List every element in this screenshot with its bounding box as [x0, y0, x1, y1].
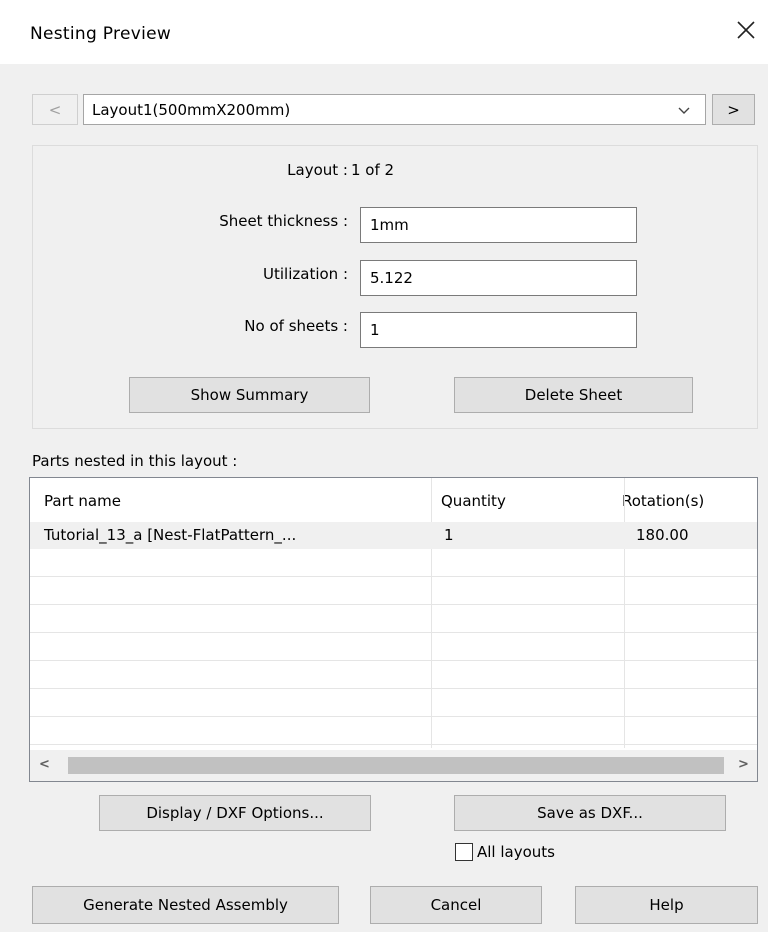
row-divider [30, 744, 757, 745]
close-button[interactable] [733, 17, 759, 43]
column-divider [624, 478, 625, 748]
next-layout-button[interactable]: > [712, 94, 755, 125]
quantity-cell: 1 [444, 526, 454, 544]
help-button[interactable]: Help [575, 886, 758, 924]
sheet-thickness-label: Sheet thickness : [219, 212, 348, 230]
row-divider [30, 716, 757, 717]
layout-label: Layout : [287, 161, 348, 179]
parts-list[interactable]: Part name Quantity Rotation(s) Tutorial_… [29, 477, 758, 782]
show-summary-button[interactable]: Show Summary [129, 377, 370, 413]
delete-sheet-button[interactable]: Delete Sheet [454, 377, 693, 413]
column-header-quantity[interactable]: Quantity [441, 492, 506, 510]
window-title: Nesting Preview [30, 24, 172, 44]
sheet-thickness-field[interactable]: 1mm [360, 207, 637, 243]
previous-layout-button[interactable]: < [32, 94, 78, 125]
layout-select[interactable]: Layout1(500mmX200mm) [83, 94, 706, 125]
column-header-part-name[interactable]: Part name [44, 492, 121, 510]
column-header-rotation[interactable]: Rotation(s) [622, 492, 704, 510]
row-divider [30, 604, 757, 605]
generate-nested-assembly-button[interactable]: Generate Nested Assembly [32, 886, 339, 924]
layout-value: 1 of 2 [351, 161, 395, 179]
scroll-left-button[interactable]: < [39, 757, 50, 772]
row-divider [30, 660, 757, 661]
table-row[interactable]: Tutorial_13_a [Nest-FlatPattern_... 1 18… [30, 522, 757, 549]
utilization-field[interactable]: 5.122 [360, 260, 637, 296]
parts-list-caption: Parts nested in this layout : [32, 452, 238, 470]
display-dxf-options-button[interactable]: Display / DXF Options... [99, 795, 371, 831]
number-of-sheets-label: No of sheets : [244, 317, 348, 335]
utilization-label: Utilization : [263, 265, 348, 283]
number-of-sheets-field[interactable]: 1 [360, 312, 637, 348]
save-as-dxf-button[interactable]: Save as DXF... [454, 795, 726, 831]
row-divider [30, 688, 757, 689]
cancel-button[interactable]: Cancel [370, 886, 542, 924]
horizontal-scrollbar[interactable]: < > [30, 750, 757, 781]
column-divider [431, 478, 432, 748]
all-layouts-checkbox[interactable] [455, 843, 473, 861]
scrollbar-thumb[interactable] [68, 757, 724, 774]
row-divider [30, 632, 757, 633]
layout-select-value: Layout1(500mmX200mm) [92, 100, 291, 119]
rotation-cell: 180.00 [636, 526, 689, 544]
row-divider [30, 576, 757, 577]
chevron-down-icon [678, 107, 690, 114]
scroll-right-button[interactable]: > [738, 757, 749, 772]
part-name-cell: Tutorial_13_a [Nest-FlatPattern_... [44, 526, 297, 544]
all-layouts-label[interactable]: All layouts [477, 843, 555, 861]
close-icon [737, 21, 755, 39]
